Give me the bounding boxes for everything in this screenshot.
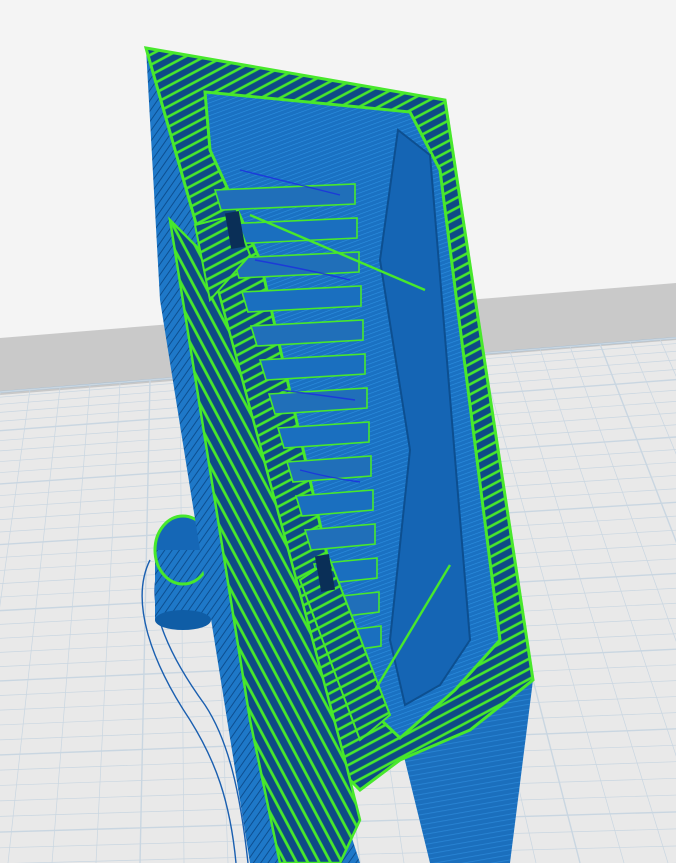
layer-view-viewport[interactable]	[0, 0, 676, 863]
scene-svg	[0, 0, 676, 863]
